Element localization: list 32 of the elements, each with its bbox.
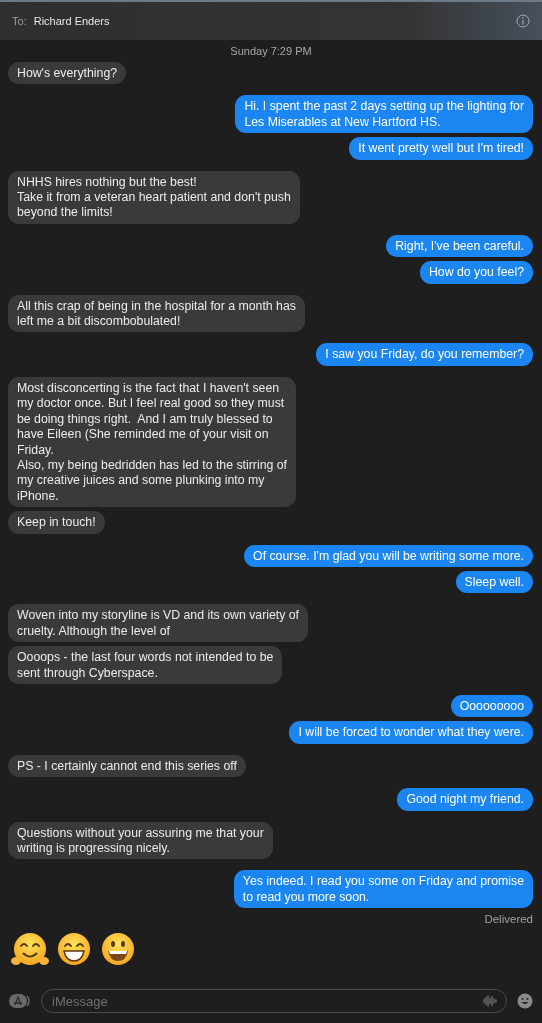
recipient-name: Richard Enders (33, 15, 111, 27)
hugging-face-icon (11, 931, 49, 968)
sent-message: Good night my friend. (397, 788, 533, 811)
grinning-face-icon (99, 931, 137, 968)
delivery-status: Delivered (483, 913, 534, 926)
received-message: Questions without your assuring me that your writing is progressing nicely. (8, 821, 273, 860)
audio-wave-icon[interactable] (483, 995, 497, 1007)
to-label: To: (12, 15, 27, 27)
emoji-icon[interactable] (517, 993, 533, 1009)
received-message: PS - I certainly cannot end this series off (8, 754, 246, 778)
timestamp: Sunday 7:29 PM (229, 45, 313, 57)
sent-message: Ooooooooo (450, 694, 533, 718)
sent-message: Yes indeed. I read you some on Friday and promise to read you more soon. (233, 870, 533, 909)
sent-message: It went pretty well but I'm tired! (349, 137, 533, 160)
received-message: All this crap of being in the hospital for a month has left me a bit discombobulated! (8, 294, 305, 333)
sent-message: I will be forced to wonder what they were. (289, 721, 533, 744)
app-store-icon[interactable] (9, 993, 31, 1009)
sent-message: I saw you Friday, do you remember? (316, 343, 533, 366)
sent-message: Right, I've been careful. (386, 234, 533, 258)
received-message: Keep in touch! (8, 511, 105, 534)
received-message: Oooops - the last four words not intended to be sent through Cyberspace. (8, 646, 283, 684)
received-message: NHHS hires nothing but the best! Take it from a veteran heart patient and don't push beyond the limits! (8, 170, 300, 224)
sent-message: Sleep well. (455, 570, 533, 594)
sent-message: How do you feel? (419, 261, 533, 284)
received-message: Woven into my storyline is VD and its own variety of cruelty. Although the level of (8, 604, 309, 643)
received-message: Most disconcerting is the fact that I haven't seen my doctor once. But I feel real good so they must be doing things right. And I am truly blessed to have Eileen (She reminded me of your visit on Friday. Also, my being bedridden has led to the stirring of my creative juices and some plunking into my iPhone. (8, 376, 296, 508)
sent-message: Hi. I spent the past 2 days setting up the lighting for Les Miserables at New Hartford HS. (235, 95, 533, 134)
received-message: How's everything? (8, 62, 127, 85)
sent-message: Of course. I'm glad you will be writing some more. (244, 544, 533, 567)
beaming-face-icon (55, 931, 93, 968)
info-icon[interactable] (516, 14, 530, 28)
message-field[interactable]: iMessage (41, 989, 507, 1013)
